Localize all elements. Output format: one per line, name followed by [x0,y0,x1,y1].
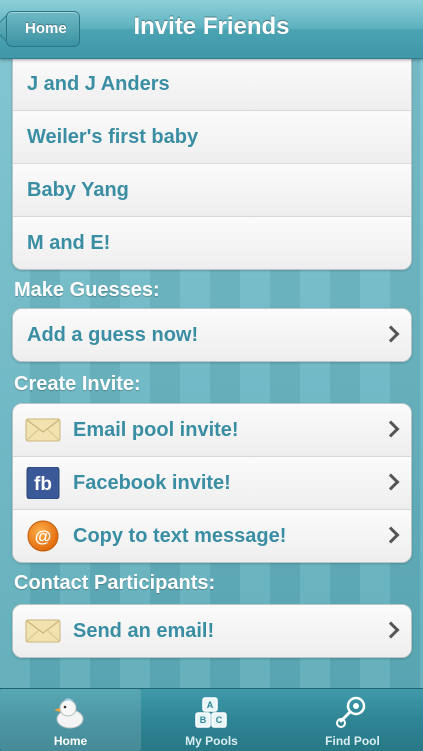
svg-text:A: A [207,700,214,710]
abc-blocks-icon: A B C [195,697,227,728]
contact-participants-group: Send an email! [12,604,412,658]
pools-list: J and J Anders Weiler's first baby Baby … [12,58,412,270]
facebook-invite-row[interactable]: fb Facebook invite! [13,457,411,510]
chevron-right-icon [382,621,400,639]
pool-name: Baby Yang [27,179,129,201]
chevron-right-icon [382,325,400,343]
tab-find-pool[interactable]: Find Pool [282,689,423,751]
chevron-right-icon [382,473,400,491]
tab-home-label: Home [53,734,88,748]
content-area: J and J Anders Weiler's first baby Baby … [0,58,423,688]
pool-row-weilers-first-baby[interactable]: Weiler's first baby [13,111,411,164]
send-email-label: Send an email! [73,620,215,642]
svg-text:@: @ [35,527,52,546]
pool-name: M and E! [27,232,111,254]
copy-to-text-row[interactable]: @ Copy to text message! [13,510,411,562]
contact-participants-heading: Contact Participants: [14,572,216,594]
tab-find-pool-label: Find Pool [325,734,380,748]
pool-name: Weiler's first baby [27,126,199,148]
create-invite-group: Email pool invite! fb Facebook invite! @… [12,403,412,563]
svg-text:fb: fb [34,474,52,495]
svg-text:C: C [216,715,223,725]
pool-row-baby-yang[interactable]: Baby Yang [13,164,411,217]
at-sign-icon: @ [27,520,59,552]
envelope-icon [25,619,61,643]
tab-my-pools[interactable]: A B C My Pools [141,689,282,751]
facebook-invite-label: Facebook invite! [73,472,231,494]
add-guess-row[interactable]: Add a guess now! [13,309,411,361]
envelope-icon [25,418,61,442]
pool-name: J and J Anders [27,73,170,95]
tab-bar: Home A B C My Pools Find Pool [0,688,423,751]
page-title: Invite Friends [133,13,290,40]
pool-row-m-and-e[interactable]: M and E! [13,217,411,269]
svg-text:B: B [200,715,207,725]
send-email-row[interactable]: Send an email! [13,605,411,657]
create-invite-heading: Create Invite: [14,373,141,395]
make-guesses-group: Add a guess now! [12,308,412,362]
facebook-icon: fb [26,467,60,499]
chevron-right-icon [382,420,400,438]
make-guesses-heading: Make Guesses: [14,279,160,301]
copy-to-text-label: Copy to text message! [73,525,287,547]
pool-row-j-and-j-anders[interactable]: J and J Anders [13,58,411,111]
tab-home[interactable]: Home [0,689,141,751]
email-pool-invite-row[interactable]: Email pool invite! [13,404,411,457]
nav-bar: Home Invite Friends [0,0,423,59]
tab-my-pools-label: My Pools [185,734,238,748]
add-guess-label: Add a guess now! [27,324,199,346]
chevron-right-icon [382,526,400,544]
email-pool-invite-label: Email pool invite! [73,419,239,441]
rattle-icon [336,696,366,728]
baby-duck-icon [54,698,84,729]
